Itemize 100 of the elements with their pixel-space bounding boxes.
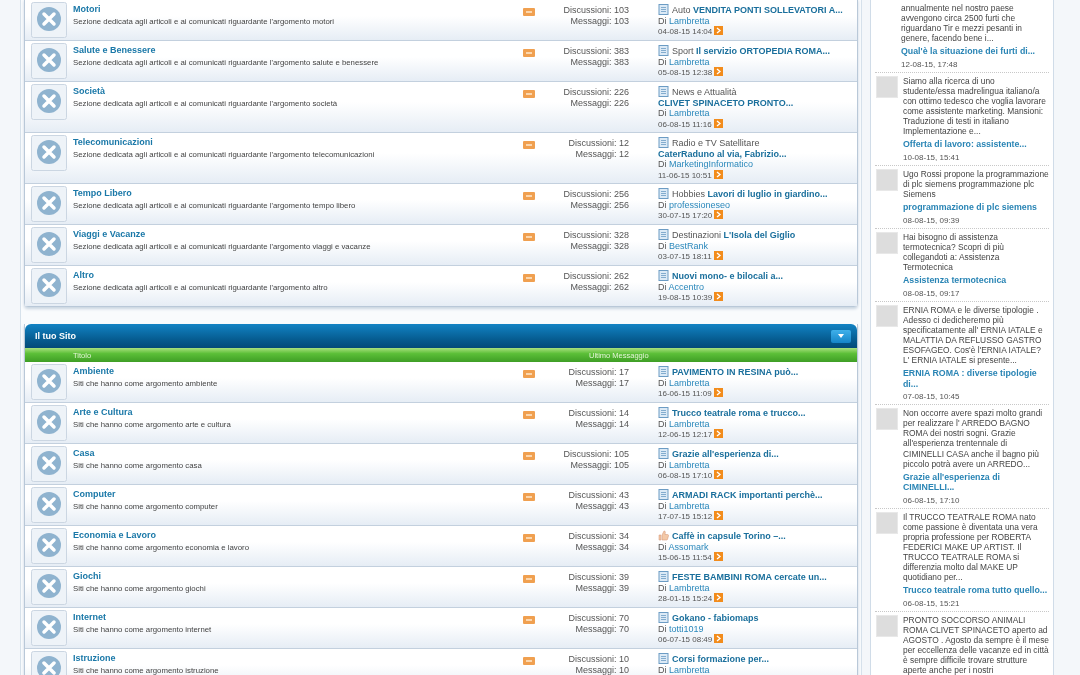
go-to-post-icon[interactable] bbox=[714, 593, 724, 602]
rss-icon[interactable] bbox=[523, 452, 535, 460]
post-title[interactable]: L'Isola del Giglio bbox=[723, 230, 796, 240]
discussion-count: Discussioni: 328 bbox=[563, 230, 629, 241]
forum-title[interactable]: Ambiente bbox=[73, 366, 114, 376]
thumbs-up-icon bbox=[658, 530, 669, 541]
post-link[interactable]: Trucco teatrale roma tutto quello... bbox=[903, 585, 1049, 596]
forum-title[interactable]: Telecomunicazioni bbox=[73, 137, 153, 147]
post-title[interactable]: Nuovi mono- e bilocali a... bbox=[672, 271, 783, 281]
post-title[interactable]: PAVIMENTO IN RESINA può... bbox=[672, 367, 799, 377]
forum-title[interactable]: Motori bbox=[73, 4, 101, 14]
forum-title[interactable]: Società bbox=[73, 86, 105, 96]
go-to-post-icon[interactable] bbox=[714, 67, 724, 76]
go-to-post-icon[interactable] bbox=[714, 429, 724, 438]
rss-icon[interactable] bbox=[523, 141, 535, 149]
forum-title[interactable]: Internet bbox=[73, 612, 106, 622]
post-title[interactable]: CLIVET SPINACETO PRONTO... bbox=[658, 97, 794, 108]
author-link[interactable]: Lambretta bbox=[669, 664, 710, 675]
post-excerpt: Siamo alla ricerca di uno studente/essa madrelingua italiano/a con ottimo tedesco che voglia lavorare come assistente marketing. Mansioni: Traduzione di testi in italiano Implementazione e... bbox=[903, 75, 1047, 137]
post-date: 04-08-15 14:04 bbox=[658, 27, 713, 36]
forum-title[interactable]: Viaggi e Vacanze bbox=[73, 229, 146, 239]
post-title[interactable]: Trucco teatrale roma e trucco... bbox=[672, 408, 806, 418]
rss-icon[interactable] bbox=[523, 534, 535, 542]
message-count: Messaggi: 12 bbox=[575, 148, 629, 159]
post-date: 06-08-15 11:16 bbox=[658, 119, 712, 129]
go-to-post-icon[interactable] bbox=[714, 511, 724, 520]
author-link[interactable]: MarketingInformatico bbox=[669, 159, 754, 169]
post-title[interactable]: FESTE BAMBINI ROMA cercate un... bbox=[672, 572, 827, 582]
post-title[interactable]: VENDITA PONTI SOLLEVATORI A... bbox=[693, 5, 843, 15]
author-link[interactable]: Lambretta bbox=[669, 500, 710, 511]
forum-title[interactable]: Istruzione bbox=[73, 653, 116, 663]
post-link[interactable]: ERNIA ROMA : diverse tipologie di... bbox=[903, 368, 1049, 390]
rss-icon[interactable] bbox=[523, 575, 535, 583]
rss-icon[interactable] bbox=[523, 233, 535, 241]
discussion-count: Discussioni: 39 bbox=[568, 572, 629, 583]
collapse-button[interactable] bbox=[831, 329, 851, 343]
discussion-count: Discussioni: 10 bbox=[568, 654, 629, 665]
author-link[interactable]: totti1019 bbox=[669, 623, 704, 634]
go-to-post-icon[interactable] bbox=[713, 388, 723, 397]
post-link[interactable]: Grazie all'esperienza di CIMINELLI... bbox=[903, 471, 1049, 493]
post-title[interactable]: CaterRaduno al via, Fabrizio... bbox=[658, 148, 787, 159]
rss-icon[interactable] bbox=[523, 192, 535, 200]
post-title[interactable]: Caffè in capsule Torino –... bbox=[672, 531, 786, 541]
rss-icon[interactable] bbox=[523, 274, 535, 282]
forum-title[interactable]: Giochi bbox=[73, 571, 101, 581]
rss-icon[interactable] bbox=[523, 370, 535, 378]
go-to-post-icon[interactable] bbox=[714, 210, 724, 219]
author-link[interactable]: professioneseo bbox=[669, 199, 731, 210]
rss-icon[interactable] bbox=[523, 90, 535, 98]
rss-icon[interactable] bbox=[523, 49, 535, 57]
document-icon bbox=[658, 407, 669, 418]
rss-icon[interactable] bbox=[523, 616, 535, 624]
author-link[interactable]: BestRank bbox=[669, 240, 709, 251]
post-date: 12-08-15, 17:48 bbox=[901, 59, 959, 69]
post-date: 07-08-15, 10:45 bbox=[903, 392, 961, 402]
post-title[interactable]: Grazie all'esperienza di... bbox=[672, 449, 779, 459]
go-to-post-icon[interactable] bbox=[714, 26, 724, 35]
go-to-post-icon[interactable] bbox=[714, 634, 724, 643]
forum-title[interactable]: Computer bbox=[73, 489, 116, 499]
post-date: 06-08-15, 15:21 bbox=[903, 598, 961, 608]
author-link[interactable]: Lambretta bbox=[669, 56, 710, 67]
author-link[interactable]: Accentro bbox=[668, 281, 705, 292]
by-label: Di bbox=[658, 15, 667, 26]
post-title[interactable]: Il servizio ORTOPEDIA ROMA... bbox=[696, 46, 831, 56]
post-link[interactable]: Offerta di lavoro: assistente... bbox=[903, 139, 1049, 150]
go-to-post-icon[interactable] bbox=[713, 251, 723, 260]
post-link[interactable]: programmazione di plc siemens bbox=[903, 202, 1049, 213]
post-date: 15-06-15 11:54 bbox=[658, 553, 712, 562]
forum-title[interactable]: Economia e Lavoro bbox=[73, 530, 157, 540]
rss-icon[interactable] bbox=[523, 493, 535, 501]
author-link[interactable]: Lambretta bbox=[669, 418, 710, 429]
author-link[interactable]: Lambretta bbox=[669, 582, 710, 593]
discussion-count: Discussioni: 12 bbox=[568, 138, 629, 149]
post-title[interactable]: Gokano - fabiomaps bbox=[672, 613, 759, 623]
go-to-post-icon[interactable] bbox=[714, 470, 724, 479]
post-date: 17-07-15 15:12 bbox=[658, 512, 713, 521]
post-title[interactable]: ARMADI RACK importanti perchè... bbox=[672, 490, 823, 500]
post-link[interactable]: Assistenza termotecnica bbox=[903, 275, 1049, 286]
rss-icon[interactable] bbox=[523, 411, 535, 419]
rss-icon[interactable] bbox=[523, 657, 535, 665]
by-label: Di bbox=[658, 56, 667, 67]
author-link[interactable]: Assomark bbox=[668, 541, 709, 552]
go-to-post-icon[interactable] bbox=[713, 118, 723, 128]
author-link[interactable]: Lambretta bbox=[669, 108, 710, 118]
forum-title[interactable]: Casa bbox=[73, 448, 95, 458]
forum-title[interactable]: Altro bbox=[73, 270, 94, 280]
discussion-count: Discussioni: 262 bbox=[563, 271, 629, 282]
post-title[interactable]: Corsi formazione per... bbox=[672, 654, 770, 664]
forum-title[interactable]: Tempo Libero bbox=[73, 188, 132, 198]
forum-title[interactable]: Salute e Benessere bbox=[73, 45, 156, 55]
author-link[interactable]: Lambretta bbox=[669, 15, 710, 26]
go-to-post-icon[interactable] bbox=[714, 292, 724, 301]
go-to-post-icon[interactable] bbox=[713, 552, 723, 561]
author-link[interactable]: Lambretta bbox=[669, 459, 710, 470]
rss-icon[interactable] bbox=[523, 8, 535, 16]
forum-title[interactable]: Arte e Cultura bbox=[73, 407, 133, 417]
post-title[interactable]: Lavori di luglio in giardino... bbox=[707, 189, 828, 199]
post-link[interactable]: Qual'è la situazione dei furti di... bbox=[901, 46, 1049, 57]
go-to-post-icon[interactable] bbox=[713, 169, 723, 179]
author-link[interactable]: Lambretta bbox=[669, 377, 710, 388]
